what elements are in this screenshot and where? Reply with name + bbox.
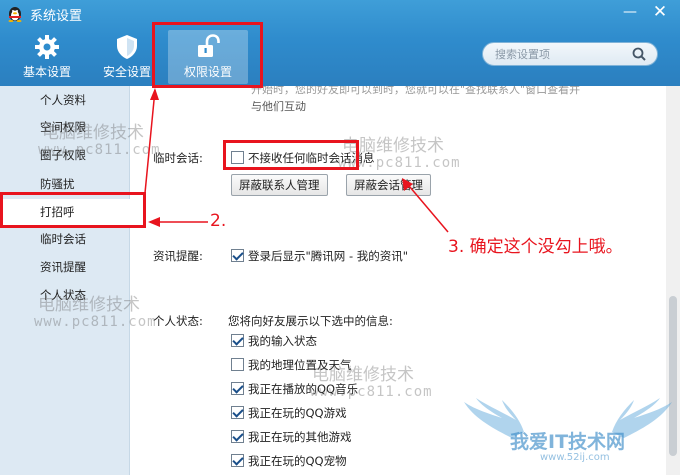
watermark-url: www.pc811.com [310, 384, 433, 400]
annotation-box-greeting-item [0, 192, 146, 228]
search-box[interactable] [482, 42, 658, 66]
watermark-url: www.pc811.com [38, 142, 161, 158]
annotation-box-temp-session-checkbox [223, 140, 359, 170]
close-button[interactable]: ✕ [648, 2, 672, 22]
brand-watermark-text: 我爱IT技术网 [510, 431, 626, 453]
checkbox-label: 我的输入状态 [248, 334, 317, 348]
checkbox-label: 我正在玩的QQ宠物 [248, 454, 347, 468]
window-header: 系统设置 — ✕ 基本设置 安全设置 权限设置 搜索设置项 [0, 0, 680, 86]
minimize-button[interactable]: — [618, 2, 642, 22]
checkbox-box[interactable] [231, 454, 244, 467]
tab-basic-settings[interactable]: 基本设置 [4, 30, 90, 82]
checkbox-box[interactable] [231, 249, 244, 262]
status-option-qq-games[interactable]: 我正在玩的QQ游戏 [231, 405, 347, 421]
checkbox-box[interactable] [231, 430, 244, 443]
annotation-box-permission-tab [152, 22, 263, 88]
shield-icon [117, 35, 137, 59]
checkbox-box[interactable] [231, 382, 244, 395]
faded-description-line: 与他们互动 [251, 100, 306, 113]
news-reminder-label: 资讯提醒: [153, 249, 203, 263]
brand-watermark-url: www.52ij.com [540, 452, 610, 463]
sidebar-item-profile[interactable]: 个人资料 [0, 87, 130, 113]
faded-description-line: 开始时，您的好友即可以到时，您就可以在"查找联系人"窗口查看并 [251, 86, 581, 96]
show-news-checkbox[interactable]: 登录后显示"腾讯网 - 我的资讯" [231, 248, 408, 264]
tab-label: 基本设置 [22, 65, 71, 79]
annotation-step-2: 2. [210, 211, 227, 231]
watermark-text: 电脑维修技术 [312, 365, 414, 385]
status-option-typing[interactable]: 我的输入状态 [231, 333, 317, 349]
block-session-button[interactable]: 屏蔽会话管理 [346, 174, 431, 196]
checkbox-box[interactable] [231, 334, 244, 347]
status-option-qq-pet[interactable]: 我正在玩的QQ宠物 [231, 453, 347, 469]
checkbox-box[interactable] [231, 406, 244, 419]
title-bar: 系统设置 — ✕ [0, 0, 680, 26]
window-title: 系统设置 [30, 9, 83, 24]
watermark-text: 电脑维修技术 [42, 123, 144, 143]
sidebar-item-temp-session[interactable]: 临时会话 [0, 226, 130, 252]
block-contacts-button[interactable]: 屏蔽联系人管理 [231, 174, 328, 196]
qq-penguin-icon [8, 7, 22, 22]
search-icon[interactable] [631, 46, 647, 62]
annotation-step-3: 3. 确定这个没勾上哦。 [448, 237, 623, 257]
checkbox-label: 我正在玩的QQ游戏 [248, 406, 347, 420]
search-input[interactable] [495, 46, 625, 62]
personal-status-description: 您将向好友展示以下选中的信息: [228, 314, 393, 328]
gear-icon [35, 35, 59, 59]
personal-status-label: 个人状态: [153, 314, 203, 328]
watermark-url: www.pc811.com [34, 314, 157, 330]
checkbox-label: 登录后显示"腾讯网 - 我的资讯" [248, 249, 409, 263]
watermark-text: 电脑维修技术 [38, 295, 140, 315]
checkbox-label: 我正在玩的其他游戏 [248, 430, 352, 444]
checkbox-box[interactable] [231, 358, 244, 371]
sidebar-item-news-reminder[interactable]: 资讯提醒 [0, 254, 130, 280]
status-option-other-games[interactable]: 我正在玩的其他游戏 [231, 429, 352, 445]
